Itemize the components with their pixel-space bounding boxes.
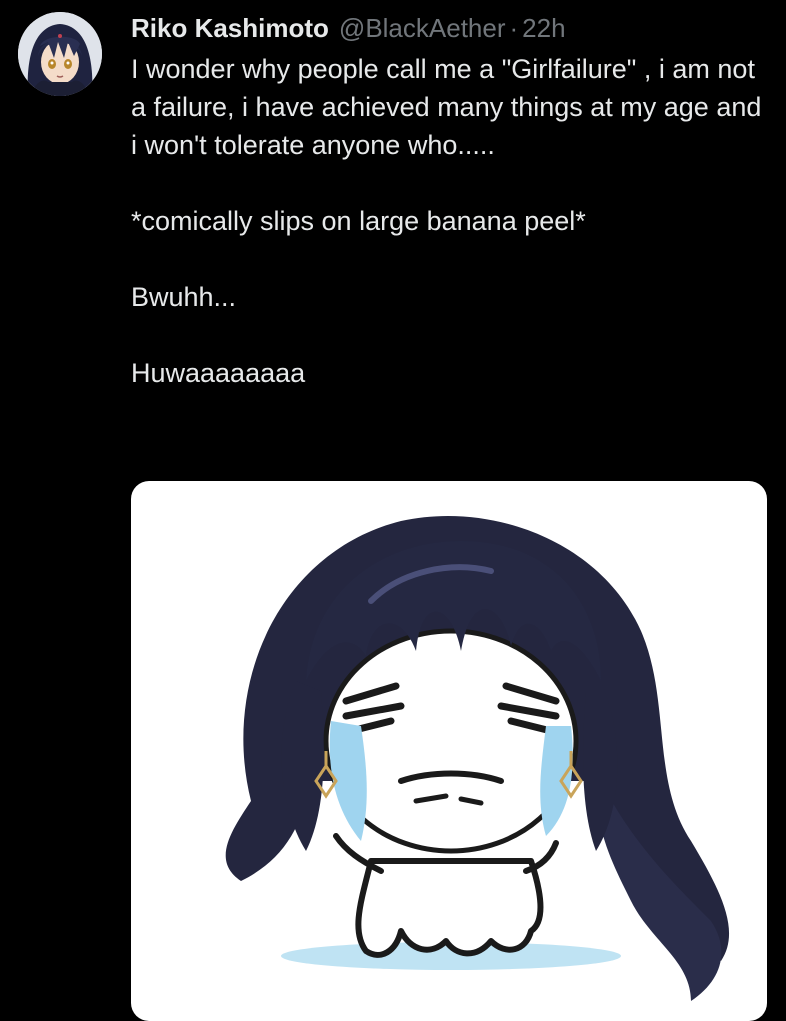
avatar-anime-girl-icon (18, 12, 102, 96)
avatar[interactable] (18, 12, 102, 96)
tweet-line: Huwaaaaaaaa (131, 358, 306, 388)
tweet[interactable]: Riko Kashimoto @BlackAether · 22h I wond… (0, 0, 786, 1021)
tweet-text: I wonder why people call me a "Girlfailu… (131, 50, 771, 392)
timestamp[interactable]: 22h (522, 10, 565, 46)
tweet-line: I wonder why people call me a "Girlfailu… (131, 54, 762, 160)
author-name[interactable]: Riko Kashimoto (131, 10, 329, 46)
tweet-line: *comically slips on large banana peel* (131, 206, 586, 236)
author-handle[interactable]: @BlackAether (339, 10, 506, 46)
tweet-header: Riko Kashimoto @BlackAether · 22h (131, 10, 566, 46)
tweet-line: Bwuhh... (131, 282, 237, 312)
separator-dot: · (509, 13, 519, 43)
crying-chibi-drawing-icon (225, 515, 730, 1001)
tweet-media[interactable] (131, 481, 767, 1021)
